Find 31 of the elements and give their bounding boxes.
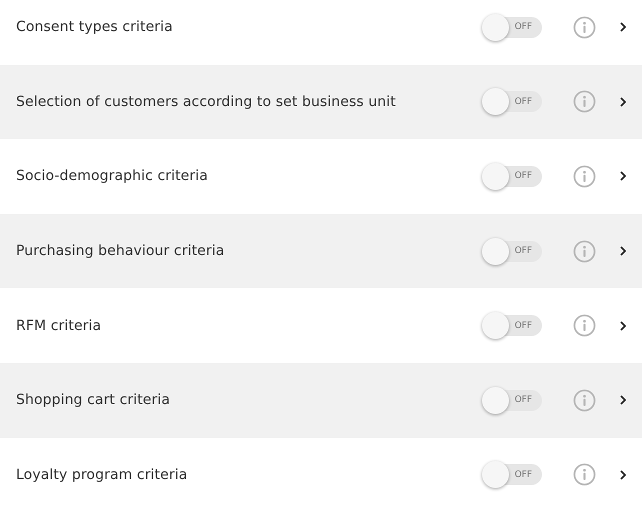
toggle-state-text: OFF xyxy=(514,470,532,480)
criteria-row[interactable]: Purchasing behaviour criteria OFF xyxy=(0,214,642,288)
criteria-label: Loyalty program criteria xyxy=(16,466,188,483)
toggle-switch[interactable]: OFF xyxy=(483,91,542,112)
criteria-row[interactable]: Shopping cart criteria OFF xyxy=(0,362,642,438)
chevron-right-icon[interactable] xyxy=(620,395,626,406)
toggle-state-text: OFF xyxy=(514,171,532,182)
chevron-right-icon[interactable] xyxy=(620,246,626,256)
toggle-state-text: OFF xyxy=(514,395,532,406)
toggle-switch[interactable]: OFF xyxy=(483,315,542,336)
chevron-right-icon[interactable] xyxy=(620,22,626,32)
chevron-right-icon[interactable] xyxy=(620,470,626,480)
chevron-right-icon[interactable] xyxy=(620,171,626,182)
toggle-switch[interactable]: OFF xyxy=(483,464,542,486)
toggle-switch[interactable]: OFF xyxy=(483,166,542,187)
toggle-state-text: OFF xyxy=(514,96,532,107)
criteria-label: Consent types criteria xyxy=(16,19,174,36)
toggle-switch[interactable]: OFF xyxy=(483,390,542,411)
chevron-right-icon[interactable] xyxy=(620,320,626,331)
chevron-right-icon[interactable] xyxy=(620,96,626,107)
criteria-label: RFM criteria xyxy=(16,318,102,334)
criteria-label: Selection of customers according to set business unit xyxy=(16,94,397,110)
toggle-switch[interactable]: OFF xyxy=(483,240,542,262)
toggle-state-text: OFF xyxy=(514,246,532,256)
toggle-state-text: OFF xyxy=(514,22,532,32)
toggle-state-text: OFF xyxy=(514,320,532,331)
criteria-label: Purchasing behaviour criteria xyxy=(16,243,226,260)
criteria-row[interactable]: Selection of customers according to set business unit OFF xyxy=(0,64,642,140)
criteria-label: Shopping cart criteria xyxy=(16,392,172,408)
toggle-switch[interactable]: OFF xyxy=(483,16,542,38)
criteria-label: Socio-demographic criteria xyxy=(16,168,209,184)
